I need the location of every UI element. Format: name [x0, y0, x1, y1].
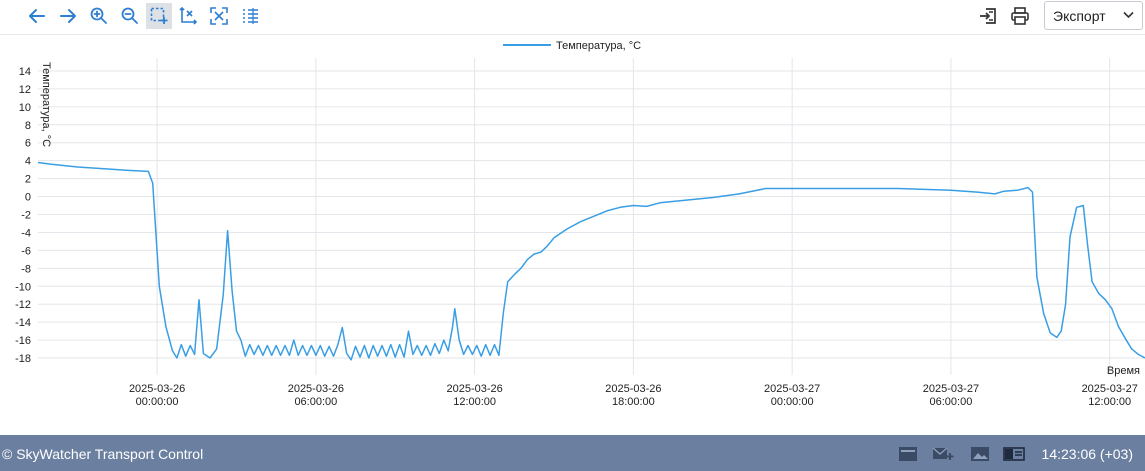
y-tick-label: 0 [25, 192, 31, 204]
x-tick-label: 00:00:00 [136, 396, 179, 408]
y-tick-label: -6 [21, 245, 31, 257]
zoom-out-button[interactable] [117, 3, 143, 29]
axis-select-button[interactable] [175, 3, 201, 29]
y-tick-label: 10 [19, 102, 31, 114]
image-icon[interactable] [970, 445, 992, 463]
zoom-in-button[interactable] [86, 3, 112, 29]
printer-icon [1011, 7, 1029, 25]
x-tick-label: 2025-03-26 [446, 383, 502, 395]
legend-label: Температура, °C [556, 40, 641, 52]
x-tick-label: 2025-03-26 [288, 383, 344, 395]
y-tick-labels: 14 12 10 8 6 4 2 0 -2 -4 -6 -8 -10 -12 -14 -16 -18 [15, 66, 31, 365]
y-tick-label: -16 [15, 335, 31, 347]
x-tick-label: 2025-03-26 [129, 383, 185, 395]
temperature-chart[interactable]: 14 12 10 8 6 4 2 0 -2 -4 -6 -8 -10 -12 -14 -16 -18 2025-… [0, 35, 1145, 435]
x-tick-label: 12:00:00 [1088, 396, 1131, 408]
import-button[interactable] [975, 3, 1001, 29]
mail-add-icon[interactable] [932, 445, 954, 463]
forward-button[interactable] [55, 3, 81, 29]
x-tick-label: 06:00:00 [930, 396, 973, 408]
x-tick-label: 12:00:00 [453, 396, 496, 408]
y-tick-label: -12 [15, 299, 31, 311]
inbox-icon[interactable] [898, 445, 920, 463]
y-tick-label: 14 [19, 66, 31, 78]
series-line-temperature [37, 161, 1145, 361]
y-tick-label: 6 [25, 138, 31, 150]
y-tick-label: -18 [15, 353, 31, 365]
y-tick-label: -8 [21, 263, 31, 275]
axis-select-icon [179, 6, 198, 25]
reset-zoom-button[interactable] [206, 3, 232, 29]
x-tick-labels: 2025-03-2600:00:002025-03-2606:00:002025… [129, 383, 1138, 408]
y-tick-label: 12 [19, 84, 31, 96]
zoom-in-icon [90, 7, 107, 24]
x-axis-label: Время [1107, 365, 1140, 377]
chart-toolbar: Экспорт [0, 0, 1145, 35]
x-tick-label: 2025-03-27 [1082, 383, 1138, 395]
x-tick-label: 2025-03-26 [605, 383, 661, 395]
x-tick-label: 18:00:00 [612, 396, 655, 408]
chevron-down-icon [1123, 11, 1134, 19]
clock-time: 14:23:06 (+03) [1041, 446, 1133, 462]
print-button[interactable] [1007, 3, 1033, 29]
copyright-text: © SkyWatcher Transport Control [2, 446, 204, 462]
y-tick-label: -10 [15, 281, 31, 293]
zoom-out-icon [121, 7, 138, 24]
panel-icon[interactable] [1003, 445, 1025, 463]
x-tick-label: 06:00:00 [294, 396, 337, 408]
export-dropdown[interactable]: Экспорт [1044, 1, 1143, 30]
list-icon [243, 8, 258, 24]
back-arrow-icon [29, 9, 45, 23]
y-tick-label: -2 [21, 210, 31, 222]
back-button[interactable] [24, 3, 50, 29]
y-tick-label: 4 [25, 156, 31, 168]
list-button[interactable] [237, 3, 263, 29]
y-tick-label: -4 [21, 227, 31, 239]
y-axis-label: Температура, °C [40, 62, 52, 147]
x-tick-label: 00:00:00 [771, 396, 814, 408]
box-select-button[interactable] [146, 3, 172, 29]
y-tick-label: 2 [25, 174, 31, 186]
forward-arrow-icon [60, 9, 76, 23]
status-bar: © SkyWatcher Transport Control 14:23:06 … [0, 435, 1145, 471]
export-label: Экспорт [1053, 7, 1106, 24]
y-tick-label: -14 [15, 317, 31, 329]
x-tick-label: 2025-03-27 [764, 383, 820, 395]
x-tick-label: 2025-03-27 [923, 383, 979, 395]
reset-zoom-icon [210, 7, 228, 25]
import-icon [980, 8, 996, 24]
chart-area[interactable]: 14 12 10 8 6 4 2 0 -2 -4 -6 -8 -10 -12 -14 -16 -18 2025-… [0, 35, 1145, 435]
y-tick-label: 8 [25, 120, 31, 132]
box-select-icon [150, 7, 168, 24]
legend[interactable]: Температура, °C [503, 40, 641, 52]
